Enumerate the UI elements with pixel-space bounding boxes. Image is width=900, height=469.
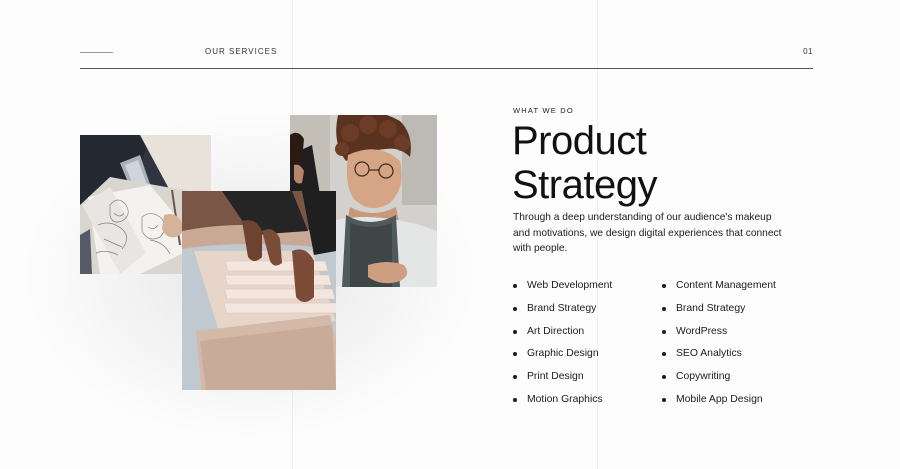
bullet-icon	[513, 352, 517, 357]
list-item-label: Art Direction	[527, 325, 585, 337]
header-accent-line	[80, 52, 113, 53]
laptop-hands-illustration	[182, 191, 336, 390]
bullet-icon	[662, 397, 666, 402]
bullet-icon	[513, 306, 517, 311]
services-list-right: Content Management Brand Strategy WordPr…	[662, 278, 776, 415]
bullet-icon	[662, 375, 666, 380]
section-number: 01	[803, 47, 813, 56]
bullet-icon	[513, 284, 517, 288]
list-item-label: Content Management	[676, 280, 776, 291]
bullet-icon	[513, 397, 517, 402]
list-item: SEO Analytics	[662, 346, 776, 369]
bullet-icon	[662, 284, 666, 288]
list-item-label: Graphic Design	[527, 348, 599, 360]
bullet-icon	[513, 375, 517, 380]
list-item: Art Direction	[513, 324, 612, 347]
list-item-label: Brand Strategy	[527, 302, 597, 314]
list-item-label: WordPress	[676, 325, 728, 337]
page-title: Product Strategy	[512, 119, 657, 207]
list-item: Content Management	[662, 278, 776, 301]
list-item-label: Web Development	[527, 280, 613, 291]
description-paragraph: Through a deep understanding of our audi…	[513, 212, 782, 254]
list-item: Motion Graphics	[513, 392, 612, 415]
list-item-label: Mobile App Design	[676, 393, 763, 405]
list-item: Graphic Design	[513, 346, 612, 369]
header-divider	[80, 68, 813, 69]
services-section: OUR SERVICES 01 WHAT WE DO Product Strat…	[0, 0, 900, 469]
list-item-label: Motion Graphics	[527, 393, 603, 405]
bullet-icon	[662, 352, 666, 357]
bullet-icon	[662, 306, 666, 311]
laptop-hands-photo	[182, 191, 336, 390]
list-item: WordPress	[662, 324, 776, 347]
bullet-icon	[662, 329, 666, 334]
title-line-1: Product	[512, 119, 647, 163]
list-item-label: SEO Analytics	[676, 348, 742, 360]
list-item: Brand Strategy	[513, 301, 612, 324]
services-list-left: Web Development Brand Strategy Art Direc…	[513, 278, 612, 415]
list-item: Web Development	[513, 278, 612, 301]
list-item: Copywriting	[662, 369, 776, 392]
list-item-label: Copywriting	[676, 371, 731, 383]
eyebrow-label: WHAT WE DO	[513, 106, 574, 115]
title-line-2: Strategy	[512, 163, 657, 207]
bullet-icon	[513, 329, 517, 334]
list-item-label: Brand Strategy	[676, 302, 746, 314]
list-item: Brand Strategy	[662, 301, 776, 324]
section-label: OUR SERVICES	[205, 47, 278, 56]
list-item: Print Design	[513, 369, 612, 392]
list-item: Mobile App Design	[662, 392, 776, 415]
list-item-label: Print Design	[527, 371, 584, 383]
